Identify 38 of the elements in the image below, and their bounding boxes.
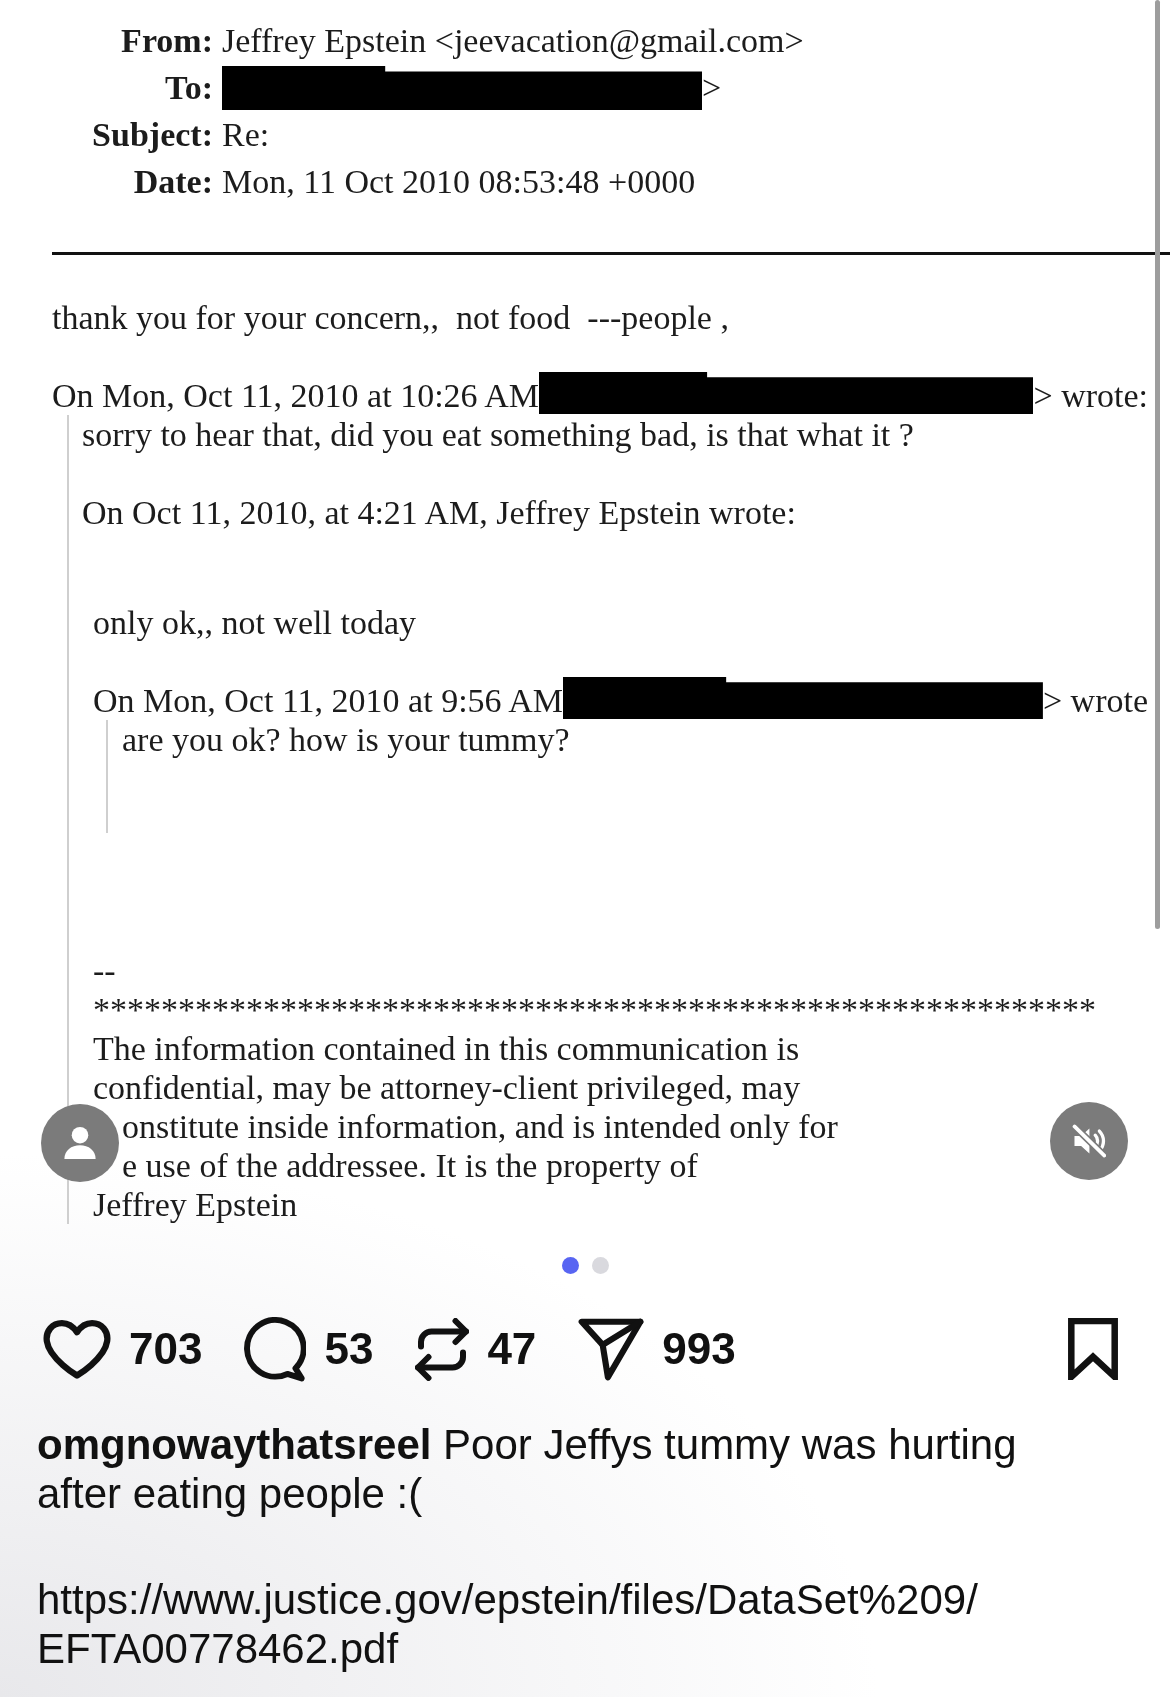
username-link[interactable]: omgnowaythatsreel — [37, 1421, 432, 1468]
message-line: sorry to hear that, did you eat something bad, is that what it ? — [82, 415, 914, 454]
share-button[interactable]: 993 — [578, 1317, 736, 1381]
message-line: On Oct 11, 2010, at 4:21 AM, Jeffrey Epstein wrote: — [82, 493, 796, 532]
repost-icon — [415, 1317, 470, 1381]
message-line: only ok,, not well today — [93, 603, 416, 642]
reply-attribution-end: > wrote — [1042, 681, 1148, 720]
reply-attribution: On Mon, Oct 11, 2010 at 10:26 AM — [52, 376, 539, 415]
signature-line: -- — [93, 951, 116, 990]
signature-line: onstitute inside information, and is intended only for — [122, 1107, 838, 1146]
post-caption: omgnowaythatsreel Poor Jeffys tummy was hurting after eating people :( — [37, 1420, 1018, 1518]
comment-button[interactable]: 53 — [244, 1316, 374, 1382]
signature-line: The information contained in this communication is — [93, 1029, 800, 1068]
heart-icon — [43, 1319, 111, 1379]
message-line: are you ok? how is your tummy? — [122, 720, 570, 759]
signature-line: e use of the addressee. It is the property of — [122, 1146, 698, 1185]
bookmark-button[interactable] — [1068, 1318, 1118, 1380]
paper-plane-icon — [578, 1317, 645, 1381]
caption-url: https://www.justice.gov/epstein/files/DataSet%209/EFTA00778462.pdf — [37, 1575, 979, 1673]
signature-line: *********************************************************** — [93, 990, 1096, 1029]
like-button[interactable]: 703 — [43, 1319, 203, 1379]
reply-attribution-end: > wrote: — [1033, 376, 1148, 415]
signature-line: confidential, may be attorney-client privileged, may — [93, 1068, 801, 1107]
header-label: Date: — [133, 162, 213, 202]
reply-attribution: On Mon, Oct 11, 2010 at 9:56 AM — [93, 681, 563, 720]
header-value: > — [702, 68, 722, 108]
header-label: From: — [121, 21, 213, 61]
header-value: Jeffrey Epstein <jeevacation@gmail.com> — [222, 21, 804, 62]
header-label: Subject: — [92, 115, 213, 155]
bookmark-icon — [1068, 1318, 1118, 1380]
header-value: Re: — [222, 115, 270, 155]
header-value: Mon, 11 Oct 2010 08:53:48 +0000 — [222, 162, 696, 202]
signature-line: Jeffrey Epstein — [93, 1185, 298, 1224]
header-label: To: — [165, 68, 213, 108]
person-icon — [63, 1126, 97, 1160]
repost-button[interactable]: 47 — [415, 1317, 537, 1381]
message-line: thank you for your concern,, not food ---people , — [52, 298, 729, 337]
speech-bubble-icon — [244, 1316, 307, 1382]
